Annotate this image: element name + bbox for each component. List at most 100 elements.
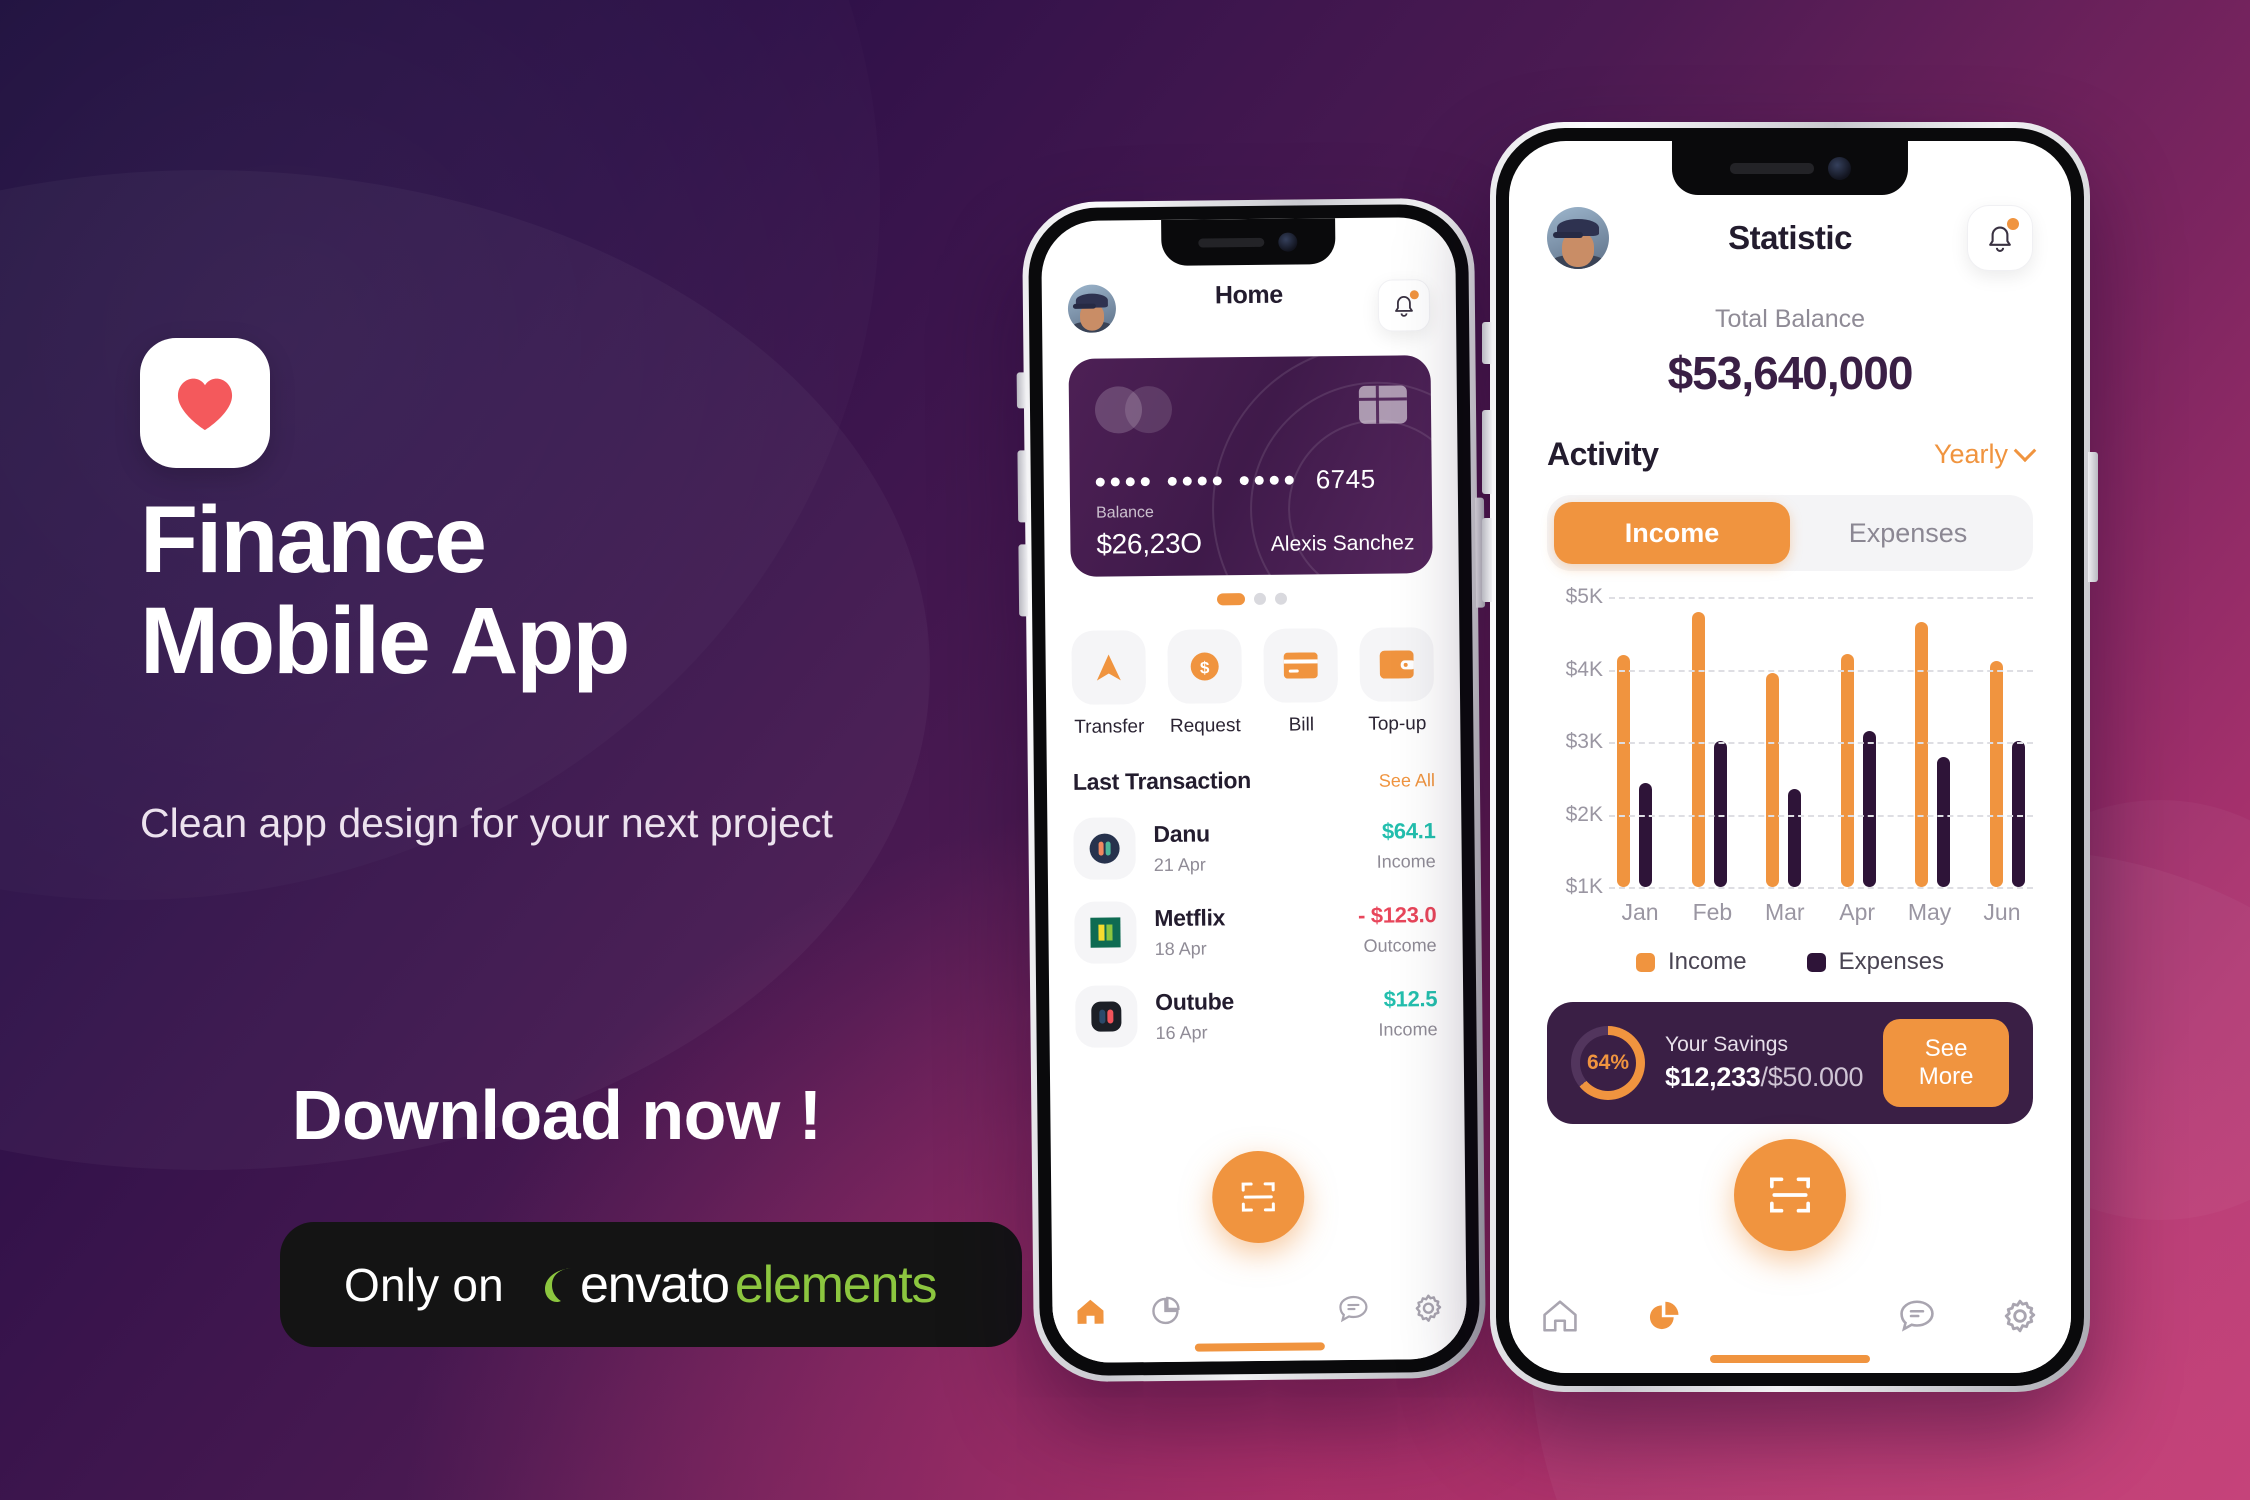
phone-front-screen: Statistic Total Balance $53,640,000 Acti… xyxy=(1509,141,2071,1373)
period-selector[interactable]: Yearly xyxy=(1934,438,2037,470)
chart-y-tick: $5K xyxy=(1565,585,1603,608)
gear-icon xyxy=(1415,1293,1442,1322)
chart-y-tick: $4K xyxy=(1565,657,1603,681)
nav-messages[interactable] xyxy=(1898,1298,1936,1339)
tab-expenses[interactable]: Expenses xyxy=(1790,502,2026,564)
see-more-button[interactable]: See More xyxy=(1883,1019,2009,1107)
transaction-name: Metflix xyxy=(1154,903,1226,931)
chart-x-tick: Apr xyxy=(1839,899,1876,925)
chart-bar xyxy=(1788,789,1802,887)
nav-statistics[interactable] xyxy=(1644,1297,1682,1340)
legend-label: Expenses xyxy=(1838,948,1945,975)
gear-icon xyxy=(2004,1299,2035,1332)
chart-gridline xyxy=(1609,814,2033,817)
action-request[interactable]: $ Request xyxy=(1167,629,1243,738)
card-balance-value: $26,23O xyxy=(1096,527,1202,560)
action-label: Bill xyxy=(1288,714,1315,736)
chart-gridline xyxy=(1609,887,2033,889)
phone-back-screen: Home 6745 Balance $26,23O Alexis Sanchez… xyxy=(1041,216,1467,1364)
savings-label: Your Savings xyxy=(1665,1033,1788,1056)
activity-title: Activity xyxy=(1547,436,1659,472)
bank-card[interactable]: 6745 Balance $26,23O Alexis Sanchez xyxy=(1068,355,1433,577)
elements-wordmark: elements xyxy=(734,1255,938,1314)
notification-button[interactable] xyxy=(1967,205,2033,271)
savings-amount: $12,233/$50.000 xyxy=(1665,1062,1864,1093)
earpiece-speaker xyxy=(1198,237,1265,248)
volume-up-button[interactable] xyxy=(1017,450,1028,523)
chart-bar xyxy=(1937,756,1951,887)
dollar-coin-icon: $ xyxy=(1167,629,1243,704)
chart-bar xyxy=(1915,622,1929,887)
savings-percent: 64% xyxy=(1586,1051,1630,1074)
table-row[interactable]: Outube 16 Apr $12.5 Income xyxy=(1075,982,1438,1048)
phone-front-bezel: Statistic Total Balance $53,640,000 Acti… xyxy=(1496,128,2084,1386)
nav-messages[interactable] xyxy=(1337,1293,1369,1328)
mute-switch[interactable] xyxy=(1016,372,1026,409)
chart-bar-group xyxy=(1989,660,2025,887)
scan-fab-button[interactable] xyxy=(1734,1139,1846,1251)
card-carousel-dots[interactable] xyxy=(1071,591,1433,607)
carousel-dot[interactable] xyxy=(1253,592,1267,605)
legend-swatch-expenses xyxy=(1806,952,1826,972)
chart-y-axis: $5K $4K $3K $2K $1K xyxy=(1547,585,1609,898)
nav-home[interactable] xyxy=(1074,1295,1106,1332)
power-button[interactable] xyxy=(2088,452,2098,582)
volume-down-button[interactable] xyxy=(1482,518,1492,602)
volume-up-button[interactable] xyxy=(1482,410,1492,494)
chart-bar xyxy=(1691,611,1705,887)
table-row[interactable]: Metflix 18 Apr - $123.0 Outcome xyxy=(1074,898,1437,964)
transactions-title: Last Transaction xyxy=(1072,767,1252,795)
action-topup[interactable]: Top-up xyxy=(1359,627,1435,736)
action-bill[interactable]: Bill xyxy=(1263,628,1339,737)
earpiece-speaker xyxy=(1729,162,1814,174)
nav-settings[interactable] xyxy=(1413,1292,1445,1329)
chart-bar-group xyxy=(1766,673,1802,887)
action-label: Top-up xyxy=(1368,713,1427,735)
scan-icon xyxy=(1770,1177,1810,1213)
tab-income[interactable]: Income xyxy=(1554,502,1790,564)
table-row[interactable]: Danu 21 Apr $64.1 Income xyxy=(1073,814,1436,880)
chart-y-tick: $1K xyxy=(1565,875,1603,898)
carousel-dot-active[interactable] xyxy=(1216,593,1246,606)
transaction-type: Outcome xyxy=(1363,935,1437,956)
metflix-logo-icon xyxy=(1074,901,1137,964)
notch xyxy=(1671,141,1909,195)
mute-switch[interactable] xyxy=(1482,322,1492,364)
nav-statistics[interactable] xyxy=(1149,1294,1181,1331)
chart-x-tick: Jan xyxy=(1621,899,1659,925)
envato-elements-badge[interactable]: Only on envato elements xyxy=(280,1222,1022,1347)
pie-chart-icon xyxy=(1152,1296,1180,1324)
chart-legend: Income Expenses xyxy=(1547,948,2033,976)
headline-line-1: Finance xyxy=(140,487,487,593)
legend-swatch-income xyxy=(1635,952,1655,972)
chart-x-tick: Mar xyxy=(1764,899,1805,925)
masked-group-3 xyxy=(1239,475,1294,486)
see-all-link[interactable]: See All xyxy=(1379,770,1435,792)
mastercard-logo-icon xyxy=(1094,385,1173,434)
savings-current: $12,233 xyxy=(1665,1062,1761,1092)
carousel-dot[interactable] xyxy=(1274,592,1288,605)
chart-bar-group xyxy=(1840,653,1876,887)
scan-fab-button[interactable] xyxy=(1211,1150,1305,1244)
promo-panel: Finance Mobile App Clean app design for … xyxy=(140,0,1040,1500)
envato-leaf-icon xyxy=(544,1267,571,1302)
action-transfer[interactable]: Transfer xyxy=(1071,630,1147,739)
income-expenses-toggle: Income Expenses xyxy=(1547,495,2033,571)
chart-x-tick: Feb xyxy=(1692,899,1733,925)
chart-plot-area xyxy=(1609,597,2033,889)
savings-separator: / xyxy=(1760,1062,1769,1092)
avatar[interactable] xyxy=(1067,284,1117,333)
nav-home[interactable] xyxy=(1541,1297,1579,1340)
nav-settings[interactable] xyxy=(2001,1297,2039,1340)
card-chip-icon xyxy=(1358,385,1408,424)
total-balance-value: $53,640,000 xyxy=(1667,347,1914,399)
home-indicator xyxy=(1710,1355,1870,1363)
transaction-amount: $64.1 xyxy=(1381,818,1436,844)
volume-down-button[interactable] xyxy=(1018,544,1029,617)
card-number: 6745 xyxy=(1095,464,1376,498)
notification-button[interactable] xyxy=(1377,279,1431,332)
chat-icon xyxy=(1900,1299,1934,1332)
chart-bar xyxy=(1766,673,1780,887)
avatar[interactable] xyxy=(1547,207,1609,269)
